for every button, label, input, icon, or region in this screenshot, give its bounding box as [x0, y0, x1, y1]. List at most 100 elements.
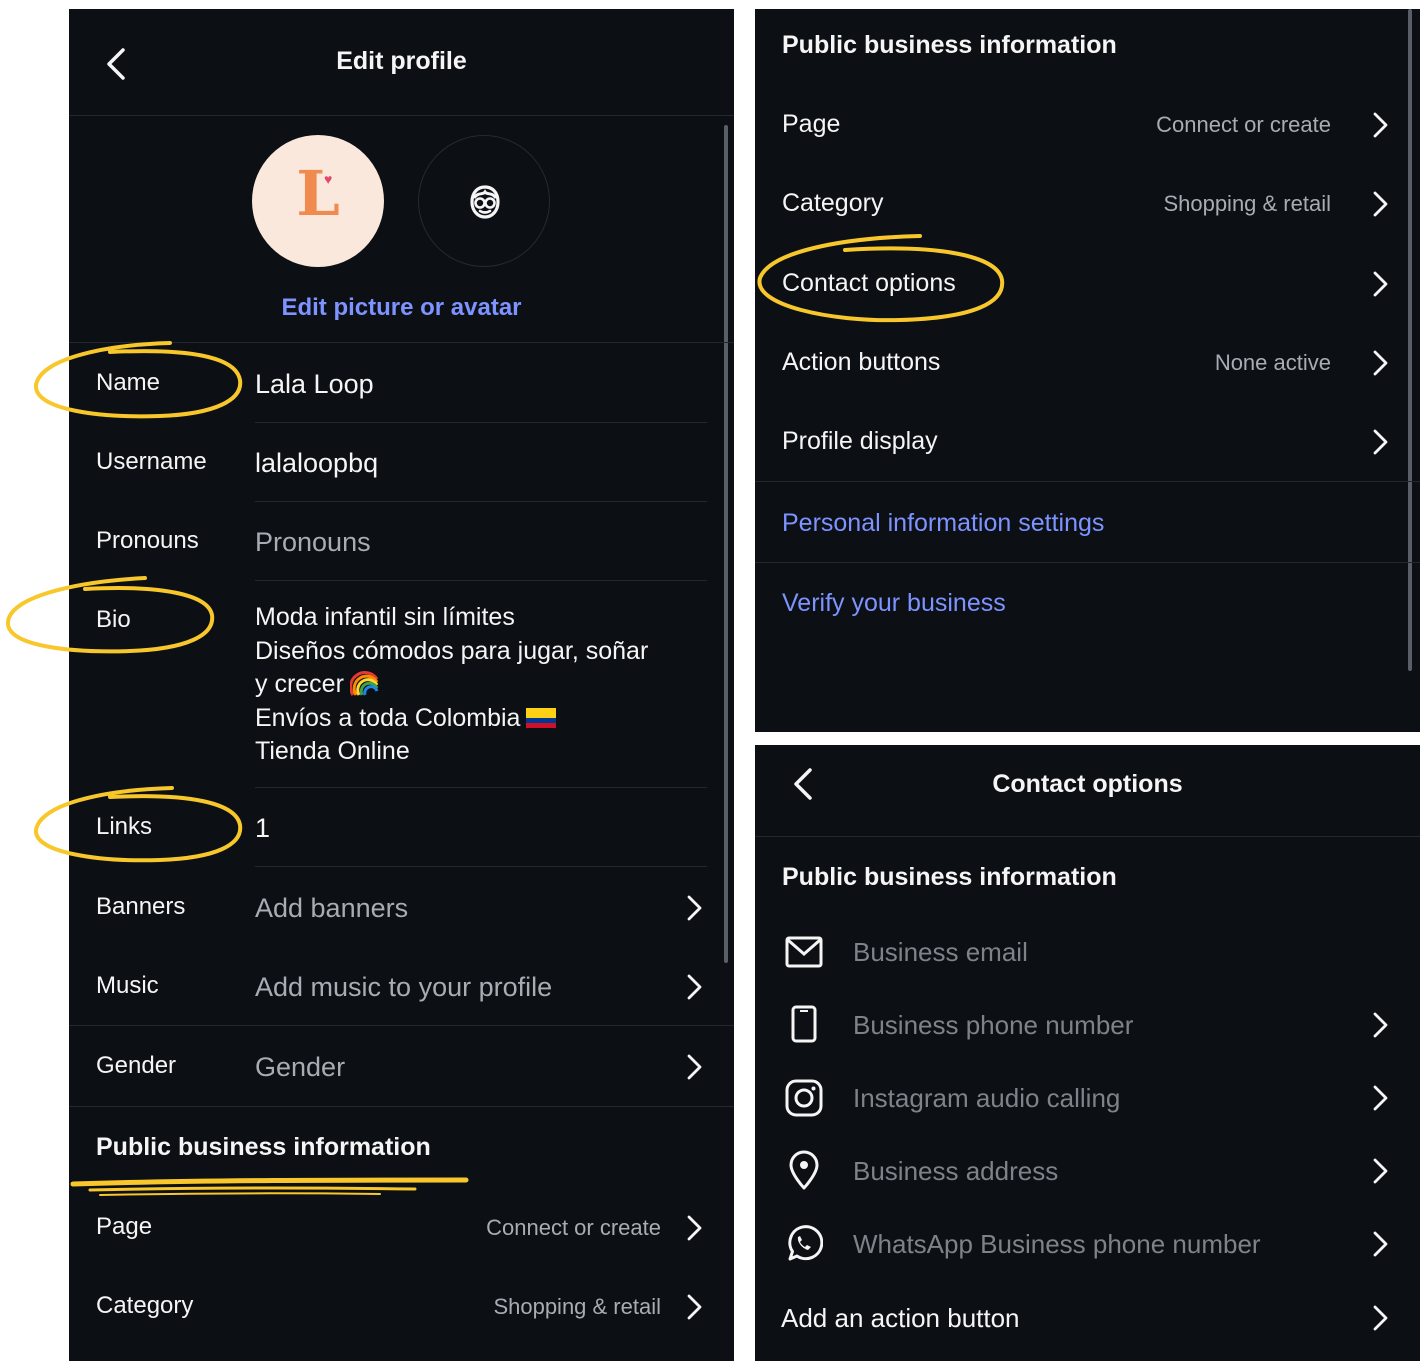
username-label: Username — [96, 448, 207, 475]
category-label: Category — [782, 189, 884, 217]
chevron-right-icon — [1369, 1229, 1391, 1259]
chevron-right-icon — [683, 972, 705, 1002]
category-value: Shopping & retail — [493, 1294, 661, 1319]
divider — [755, 481, 1420, 482]
scrollbar[interactable] — [724, 125, 728, 963]
chevron-right-icon — [1369, 110, 1391, 140]
page-row[interactable]: Page Connect or create — [755, 86, 1405, 164]
bio-label: Bio — [96, 606, 131, 633]
add-action-button-label: Add an action button — [781, 1303, 1020, 1333]
page-label: Page — [96, 1213, 153, 1240]
chevron-right-icon — [1369, 1156, 1391, 1186]
instagram-audio-calling-row[interactable]: Instagram audio calling — [755, 1063, 1405, 1133]
section-title: Public business information — [782, 863, 1117, 891]
contact-options-title: Contact options — [992, 770, 1183, 798]
personal-info-settings-link[interactable]: Personal information settings — [782, 509, 1104, 538]
chevron-right-icon — [1369, 269, 1391, 299]
page-row[interactable]: Page Connect or create — [69, 1189, 719, 1265]
category-row[interactable]: Category Shopping & retail — [69, 1269, 719, 1345]
business-email-label: Business email — [853, 937, 1028, 967]
action-buttons-value: None active — [1214, 350, 1331, 375]
profile-picture[interactable]: L ♥ — [252, 135, 384, 267]
location-pin-icon — [788, 1150, 820, 1190]
rainbow-emoji-icon — [348, 668, 380, 698]
heart-icon: ♥ — [324, 171, 333, 187]
banners-row[interactable]: Banners Add banners — [69, 867, 719, 945]
category-value: Shopping & retail — [1163, 191, 1331, 216]
bio-field[interactable]: Moda infantil sin límites Diseños cómodo… — [255, 601, 648, 769]
add-action-button-row[interactable]: Add an action button — [755, 1283, 1405, 1353]
name-field[interactable]: Lala Loop — [255, 369, 374, 400]
header-divider — [69, 115, 734, 116]
business-address-row[interactable]: Business address — [755, 1136, 1405, 1206]
business-section-title: Public business information — [96, 1133, 431, 1161]
instagram-icon — [785, 1079, 823, 1117]
links-field[interactable]: 1 — [255, 813, 270, 844]
business-address-label: Business address — [853, 1156, 1059, 1186]
divider — [69, 342, 734, 343]
chevron-right-icon — [1369, 1083, 1391, 1113]
instagram-audio-calling-label: Instagram audio calling — [853, 1083, 1121, 1113]
gender-label: Gender — [96, 1052, 177, 1079]
page-value: Connect or create — [1156, 112, 1331, 137]
business-phone-row[interactable]: Business phone number — [755, 990, 1405, 1060]
chevron-right-icon — [1369, 348, 1391, 378]
chevron-right-icon — [1369, 427, 1391, 457]
edit-profile-screen: Edit profile L ♥ Edit picture or avatar … — [69, 9, 734, 1361]
bio-line-text: y crecer — [255, 670, 344, 698]
pronouns-label: Pronouns — [96, 527, 199, 554]
action-buttons-row[interactable]: Action buttons None active — [755, 324, 1405, 402]
business-email-row[interactable]: Business email — [755, 917, 1405, 987]
divider — [69, 1025, 734, 1026]
contact-options-row[interactable]: Contact options — [755, 245, 1405, 323]
profile-display-row[interactable]: Profile display — [755, 403, 1405, 481]
category-row[interactable]: Category Shopping & retail — [755, 165, 1405, 243]
divider — [255, 580, 707, 581]
chevron-right-icon — [1369, 189, 1391, 219]
username-field[interactable]: lalaloopbq — [255, 448, 378, 479]
business-info-title: Public business information — [782, 31, 1117, 59]
contact-options-label: Contact options — [782, 269, 956, 297]
gender-value: Gender — [255, 1052, 346, 1082]
category-label: Category — [96, 1292, 194, 1319]
colombia-flag-icon — [526, 704, 557, 728]
bio-line: Diseños cómodos para jugar, soñar — [255, 636, 649, 665]
divider — [69, 1106, 734, 1107]
music-row[interactable]: Music Add music to your profile — [69, 947, 719, 1025]
page-title: Edit profile — [336, 47, 467, 75]
avatar-face-icon — [465, 182, 505, 222]
chevron-right-icon — [683, 1292, 705, 1322]
links-label: Links — [96, 813, 153, 840]
action-buttons-label: Action buttons — [782, 348, 941, 376]
chevron-right-icon — [683, 1052, 705, 1082]
chevron-right-icon — [1369, 1010, 1391, 1040]
verify-business-link[interactable]: Verify your business — [782, 589, 1006, 618]
bio-line: Moda infantil sin límites — [255, 603, 515, 631]
divider — [255, 422, 707, 423]
edit-picture-link[interactable]: Edit picture or avatar — [69, 294, 734, 322]
contact-options-screen: Contact options Public business informat… — [755, 745, 1420, 1361]
whatsapp-icon — [785, 1225, 823, 1263]
bio-line: Envíos a toda Colombia — [255, 702, 648, 736]
bio-line: Tienda Online — [255, 737, 410, 765]
avatar-option[interactable] — [418, 135, 550, 267]
bio-line-text: Envíos a toda Colombia — [255, 703, 521, 732]
divider — [755, 562, 1420, 563]
mail-icon — [785, 935, 823, 969]
profile-display-label: Profile display — [782, 427, 938, 455]
whatsapp-row[interactable]: WhatsApp Business phone number — [755, 1209, 1405, 1279]
divider — [255, 501, 707, 502]
page-label: Page — [782, 110, 841, 138]
scrollbar[interactable] — [1408, 9, 1412, 671]
pronouns-field[interactable]: Pronouns — [255, 527, 371, 558]
gender-row[interactable]: Gender Gender — [69, 1027, 719, 1105]
page-value: Connect or create — [486, 1215, 661, 1240]
header-divider — [755, 836, 1420, 837]
whatsapp-label: WhatsApp Business phone number — [853, 1229, 1261, 1259]
chevron-right-icon — [1369, 1303, 1391, 1333]
business-phone-label: Business phone number — [853, 1010, 1134, 1040]
chevron-right-icon — [683, 1213, 705, 1243]
divider — [255, 787, 707, 788]
bio-line: y crecer — [255, 668, 648, 702]
music-label: Music — [96, 972, 159, 999]
